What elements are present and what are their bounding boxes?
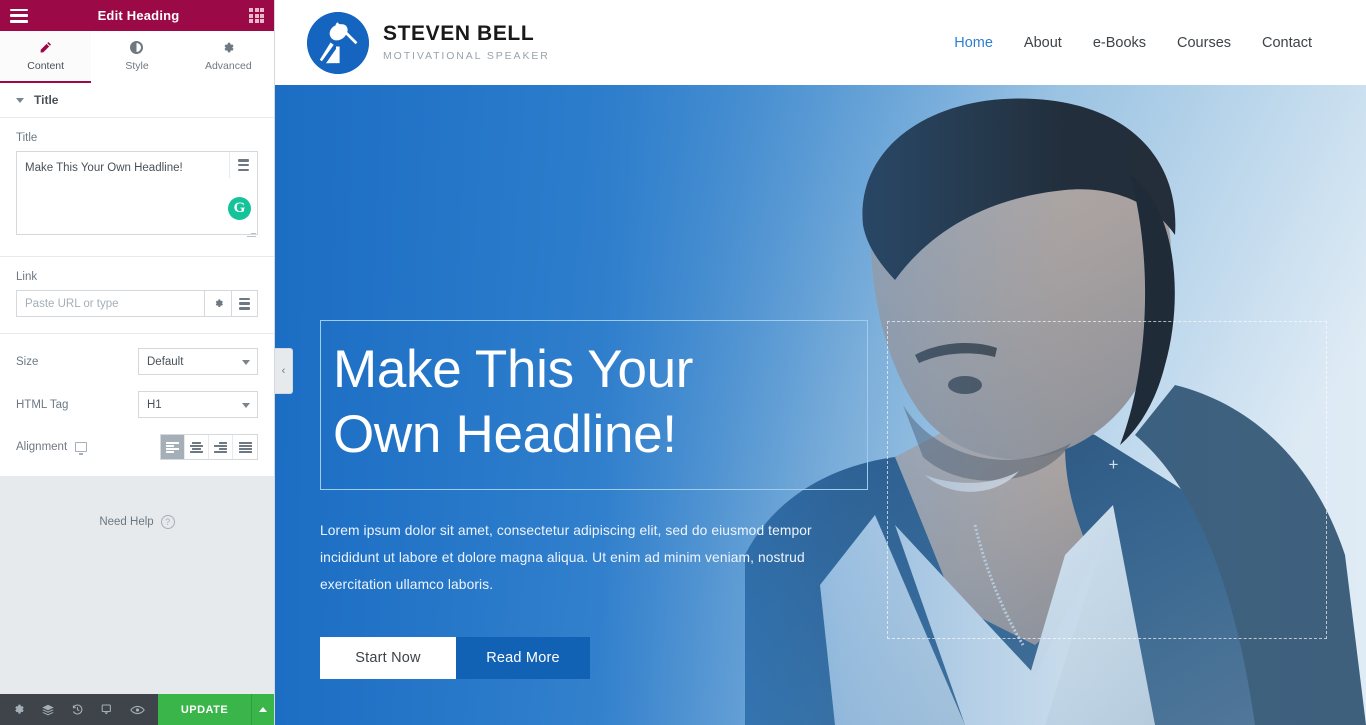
read-more-button[interactable]: Read More (456, 637, 590, 680)
preview-eye-icon[interactable] (122, 694, 152, 725)
plus-icon[interactable]: + (1106, 456, 1121, 473)
brand-tagline: MOTIVATIONAL SPEAKER (383, 50, 550, 62)
need-help-link[interactable]: Need Help ? (0, 477, 274, 529)
size-select[interactable]: Default (138, 348, 258, 375)
align-justify-button[interactable] (233, 435, 257, 459)
nav-item-courses[interactable]: Courses (1177, 35, 1231, 51)
desktop-monitor-icon[interactable] (75, 442, 88, 455)
nav-item-home[interactable]: Home (954, 35, 993, 51)
brand-text: STEVEN BELL MOTIVATIONAL SPEAKER (383, 23, 550, 62)
hero-buttons: Start Now Read More (320, 637, 880, 680)
panel-footer: UPDATE (0, 694, 274, 725)
align-right-button[interactable] (209, 435, 233, 459)
tab-content[interactable]: Content (0, 31, 92, 83)
site-logo-brand[interactable]: STEVEN BELL MOTIVATIONAL SPEAKER (307, 11, 550, 74)
panel-body: Title Title G Link (0, 83, 274, 694)
link-row (16, 290, 258, 317)
elementor-editor-window: Edit Heading Content Style Advanced Titl… (0, 0, 1366, 725)
settings-gear-icon[interactable] (4, 694, 34, 725)
need-help-label: Need Help (99, 516, 154, 528)
html-tag-row: HTML Tag H1 (16, 391, 258, 418)
start-now-button[interactable]: Start Now (320, 637, 456, 680)
update-button[interactable]: UPDATE (157, 694, 252, 725)
navigator-layers-icon[interactable] (34, 694, 64, 725)
history-clock-icon[interactable] (63, 694, 93, 725)
size-select-wrap: Default (138, 348, 258, 375)
hero-headline: Make This Your Own Headline! (333, 340, 694, 465)
title-control-block: Title G (0, 118, 274, 257)
tab-content-label: Content (27, 59, 65, 72)
hero-content: Make This Your Own Headline! Lorem ipsum… (320, 320, 880, 680)
link-field-label: Link (16, 271, 38, 283)
nav-item-ebooks[interactable]: e-Books (1093, 35, 1146, 51)
update-options-caret-up-icon[interactable] (251, 694, 274, 725)
brand-name: STEVEN BELL (383, 22, 535, 45)
tab-style-label: Style (125, 59, 149, 72)
html-tag-select-wrap: H1 (138, 391, 258, 418)
site-navigation: Home About e-Books Courses Contact (954, 35, 1312, 51)
tab-advanced-label: Advanced (204, 59, 252, 72)
site-preview: STEVEN BELL MOTIVATIONAL SPEAKER Home Ab… (275, 0, 1366, 725)
title-textarea-wrap: G (16, 151, 258, 240)
responsive-mode-icon[interactable] (93, 694, 123, 725)
link-input[interactable] (16, 290, 204, 317)
section-title-header[interactable]: Title (0, 83, 274, 118)
html-tag-select[interactable]: H1 (138, 391, 258, 418)
hamburger-menu-icon[interactable] (10, 8, 28, 23)
chevron-down-icon (16, 97, 24, 103)
nav-item-contact[interactable]: Contact (1262, 35, 1312, 51)
alignment-row: Alignment (16, 434, 258, 460)
panel-header: Edit Heading (0, 0, 274, 31)
align-center-button[interactable] (185, 435, 209, 459)
title-input[interactable] (16, 151, 258, 235)
align-left-button[interactable] (161, 435, 185, 459)
editor-panel: Edit Heading Content Style Advanced Titl… (0, 0, 275, 725)
pencil-icon (39, 41, 52, 55)
link-options-gear-icon[interactable] (204, 290, 231, 317)
contrast-icon (130, 41, 144, 55)
link-dynamic-tags-icon[interactable] (231, 290, 258, 317)
site-header: STEVEN BELL MOTIVATIONAL SPEAKER Home Ab… (275, 0, 1366, 85)
tab-advanced[interactable]: Advanced (182, 31, 274, 83)
dynamic-tags-icon[interactable] (229, 152, 257, 178)
size-tag-alignment-block: Size Default HTML Tag H1 Alignment (0, 334, 274, 477)
nav-item-about[interactable]: About (1024, 35, 1062, 51)
collapse-panel-button[interactable]: ‹ (275, 348, 293, 394)
hero-section: Make This Your Own Headline! Lorem ipsum… (275, 85, 1366, 725)
gear-icon (221, 41, 235, 55)
html-tag-label: HTML Tag (16, 398, 69, 411)
alignment-label: Alignment (16, 441, 68, 453)
title-field-label: Title (16, 132, 38, 144)
hero-paragraph: Lorem ipsum dolor sit amet, consectetur … (320, 523, 812, 593)
grammarly-icon[interactable]: G (228, 197, 251, 220)
question-circle-icon: ? (160, 515, 175, 529)
textarea-resize-handle[interactable] (247, 229, 256, 238)
speaker-circle-logo-icon (307, 11, 369, 74)
grid-apps-icon[interactable] (249, 8, 264, 23)
size-label: Size (16, 355, 39, 368)
section-title-label: Title (34, 93, 59, 107)
empty-column-placeholder[interactable]: + (887, 321, 1327, 639)
link-control-block: Link (0, 257, 274, 334)
alignment-label-group: Alignment (16, 441, 88, 455)
size-row: Size Default (16, 348, 258, 375)
panel-title: Edit Heading (97, 8, 180, 23)
panel-tabs: Content Style Advanced (0, 31, 274, 83)
tab-style[interactable]: Style (91, 31, 183, 83)
heading-widget-selected[interactable]: Make This Your Own Headline! (320, 320, 868, 491)
alignment-button-group (160, 434, 258, 460)
